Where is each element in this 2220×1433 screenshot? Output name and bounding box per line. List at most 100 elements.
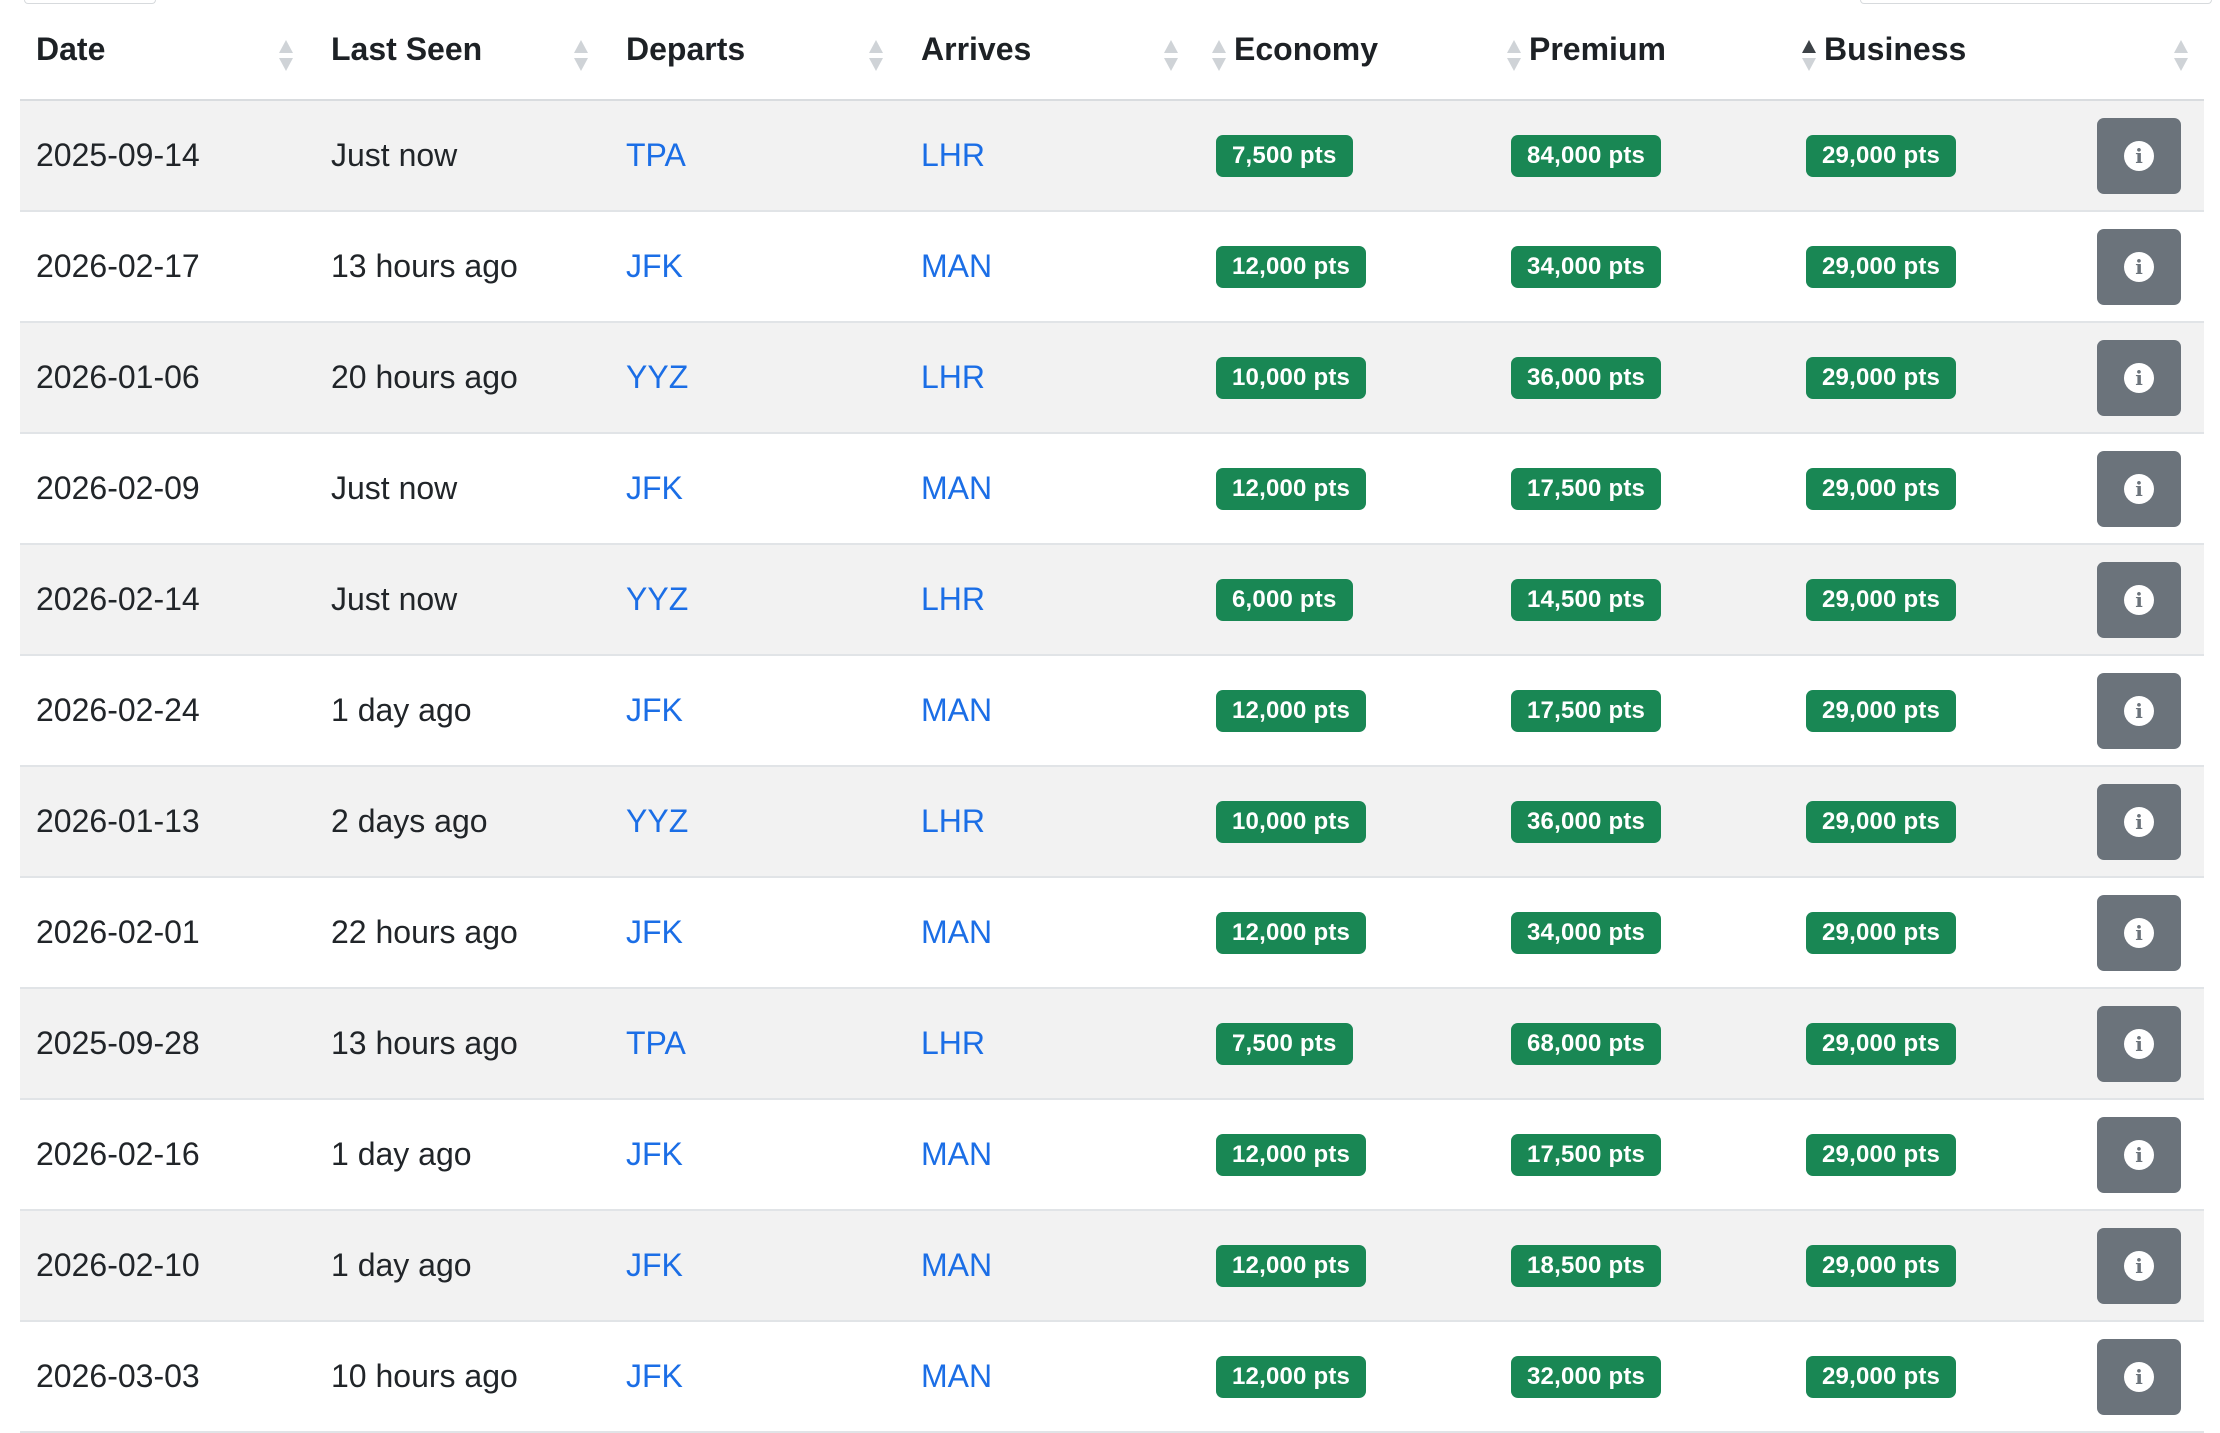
last-seen-cell: 2 days ago xyxy=(315,766,610,878)
departs-airport-link[interactable]: TPA xyxy=(626,1025,686,1061)
sort-icon xyxy=(869,40,883,76)
info-button[interactable]: i xyxy=(2097,1116,2181,1193)
business-points-badge: 29,000 pts xyxy=(1806,579,1957,621)
arrives-airport-link[interactable]: MAN xyxy=(921,914,992,950)
arrives-airport-link[interactable]: MAN xyxy=(921,248,992,284)
premium-points-badge: 17,500 pts xyxy=(1511,690,1662,732)
departs-airport-link[interactable]: JFK xyxy=(626,470,683,506)
column-header-last-seen[interactable]: Last Seen xyxy=(315,0,610,101)
departs-cell: YYZ xyxy=(610,766,905,878)
business-points-badge: 29,000 pts xyxy=(1806,1245,1957,1287)
sort-icon xyxy=(279,40,293,76)
departs-cell: JFK xyxy=(610,877,905,989)
column-header-premium[interactable]: Premium xyxy=(1495,0,1790,101)
info-icon: i xyxy=(2124,140,2154,171)
departs-airport-link[interactable]: JFK xyxy=(626,914,683,950)
info-button[interactable]: i xyxy=(2097,783,2181,860)
date-cell: 2025-09-28 xyxy=(20,988,315,1100)
business-points-badge: 29,000 pts xyxy=(1806,357,1957,399)
business-points-badge: 29,000 pts xyxy=(1806,468,1957,510)
table-row: 2026-02-09 Just now JFK MAN 12,000 pts 1… xyxy=(20,433,2204,545)
arrives-airport-link[interactable]: LHR xyxy=(921,1025,985,1061)
departs-airport-link[interactable]: JFK xyxy=(626,1358,683,1394)
economy-points-badge: 6,000 pts xyxy=(1216,579,1353,621)
departs-airport-link[interactable]: YYZ xyxy=(626,581,688,617)
arrives-airport-link[interactable]: LHR xyxy=(921,581,985,617)
info-icon: i xyxy=(2124,917,2154,948)
arrives-airport-link[interactable]: MAN xyxy=(921,470,992,506)
date-value: 2025-09-14 xyxy=(36,137,200,173)
premium-points-badge: 17,500 pts xyxy=(1511,1134,1662,1176)
column-header-label: Departs xyxy=(626,31,746,67)
economy-cell: 12,000 pts xyxy=(1200,433,1495,545)
info-icon: i xyxy=(2124,1250,2154,1281)
column-header-economy[interactable]: Economy xyxy=(1200,0,1495,101)
actions-cell: i xyxy=(2085,1210,2204,1322)
last-seen-value: 10 hours ago xyxy=(331,1358,518,1394)
departs-airport-link[interactable]: JFK xyxy=(626,1136,683,1172)
business-points-badge: 29,000 pts xyxy=(1806,135,1957,177)
column-header-business[interactable]: Business xyxy=(1790,0,2085,101)
info-button[interactable]: i xyxy=(2097,672,2181,749)
departs-cell: JFK xyxy=(610,1099,905,1211)
departs-cell: JFK xyxy=(610,433,905,545)
info-button[interactable]: i xyxy=(2097,1227,2181,1304)
column-header-departs[interactable]: Departs xyxy=(610,0,905,101)
premium-cell: 84,000 pts xyxy=(1495,100,1790,212)
actions-cell: i xyxy=(2085,988,2204,1100)
departs-airport-link[interactable]: JFK xyxy=(626,692,683,728)
departs-airport-link[interactable]: JFK xyxy=(626,1247,683,1283)
economy-points-badge: 12,000 pts xyxy=(1216,1134,1367,1176)
last-seen-cell: 1 day ago xyxy=(315,655,610,767)
info-button[interactable]: i xyxy=(2097,1338,2181,1415)
date-value: 2026-02-17 xyxy=(36,248,200,284)
economy-cell: 12,000 pts xyxy=(1200,877,1495,989)
column-header-actions[interactable] xyxy=(2085,0,2204,101)
date-value: 2026-02-16 xyxy=(36,1136,200,1172)
info-button[interactable]: i xyxy=(2097,339,2181,416)
arrives-airport-link[interactable]: MAN xyxy=(921,1247,992,1283)
info-button[interactable]: i xyxy=(2097,561,2181,638)
date-value: 2026-02-01 xyxy=(36,914,200,950)
date-value: 2026-02-24 xyxy=(36,692,200,728)
info-button[interactable]: i xyxy=(2097,1005,2181,1082)
premium-points-badge: 32,000 pts xyxy=(1511,1356,1662,1398)
business-cell: 29,000 pts xyxy=(1790,211,2085,323)
info-button[interactable]: i xyxy=(2097,894,2181,971)
sort-icon xyxy=(574,40,588,76)
premium-cell: 17,500 pts xyxy=(1495,433,1790,545)
arrives-airport-link[interactable]: LHR xyxy=(921,137,985,173)
business-points-badge: 29,000 pts xyxy=(1806,912,1957,954)
date-value: 2026-02-09 xyxy=(36,470,200,506)
business-cell: 29,000 pts xyxy=(1790,1321,2085,1433)
business-points-badge: 29,000 pts xyxy=(1806,801,1957,843)
business-points-badge: 29,000 pts xyxy=(1806,1134,1957,1176)
last-seen-cell: 20 hours ago xyxy=(315,322,610,434)
departs-airport-link[interactable]: TPA xyxy=(626,137,686,173)
business-cell: 29,000 pts xyxy=(1790,322,2085,434)
departs-airport-link[interactable]: YYZ xyxy=(626,803,688,839)
business-cell: 29,000 pts xyxy=(1790,100,2085,212)
arrives-airport-link[interactable]: MAN xyxy=(921,1358,992,1394)
arrives-airport-link[interactable]: LHR xyxy=(921,803,985,839)
column-header-date[interactable]: Date xyxy=(20,0,315,101)
arrives-airport-link[interactable]: MAN xyxy=(921,1136,992,1172)
business-cell: 29,000 pts xyxy=(1790,1099,2085,1211)
column-header-arrives[interactable]: Arrives xyxy=(905,0,1200,101)
premium-points-badge: 17,500 pts xyxy=(1511,468,1662,510)
info-button[interactable]: i xyxy=(2097,117,2181,194)
arrives-airport-link[interactable]: MAN xyxy=(921,692,992,728)
arrives-cell: MAN xyxy=(905,211,1200,323)
table-body: 2025-09-14 Just now TPA LHR 7,500 pts 84… xyxy=(20,100,2204,1433)
premium-points-badge: 18,500 pts xyxy=(1511,1245,1662,1287)
sort-icon xyxy=(1212,40,1226,76)
table-row: 2026-02-10 1 day ago JFK MAN 12,000 pts … xyxy=(20,1210,2204,1322)
arrives-airport-link[interactable]: LHR xyxy=(921,359,985,395)
departs-airport-link[interactable]: YYZ xyxy=(626,359,688,395)
premium-cell: 34,000 pts xyxy=(1495,877,1790,989)
info-button[interactable]: i xyxy=(2097,228,2181,305)
economy-cell: 10,000 pts xyxy=(1200,766,1495,878)
departs-airport-link[interactable]: JFK xyxy=(626,248,683,284)
last-seen-cell: 13 hours ago xyxy=(315,988,610,1100)
info-button[interactable]: i xyxy=(2097,450,2181,527)
